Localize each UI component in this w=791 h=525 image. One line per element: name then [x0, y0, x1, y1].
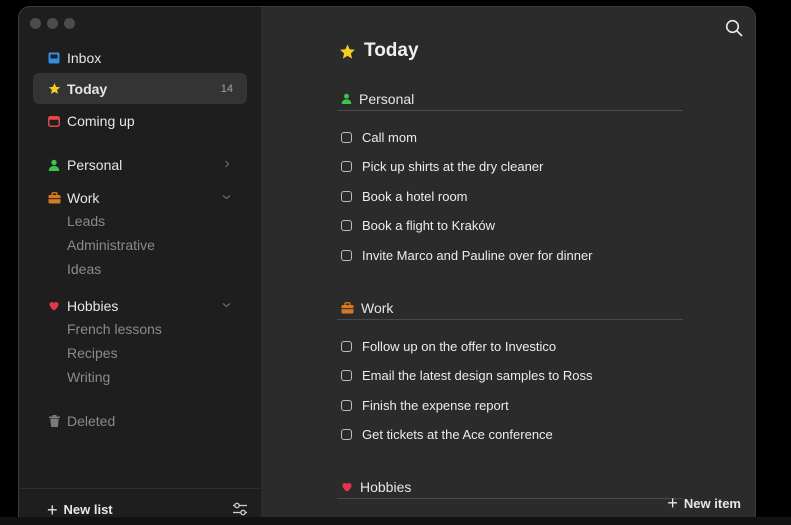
sidebar-subitem-ideas[interactable]: Ideas [67, 261, 101, 277]
section-title: Hobbies [360, 478, 412, 495]
sidebar-item-deleted[interactable]: Deleted [33, 405, 247, 436]
zoom-window-button[interactable] [64, 18, 75, 29]
task-item[interactable]: Invite Marco and Pauline over for dinner [341, 248, 593, 263]
sidebar-item-hobbies[interactable]: Hobbies [33, 290, 247, 321]
sidebar-item-inbox[interactable]: Inbox [33, 42, 247, 73]
sidebar-subitem-leads[interactable]: Leads [67, 213, 105, 229]
task-item[interactable]: Finish the expense report [341, 398, 509, 413]
star-icon [47, 82, 61, 96]
task-label: Follow up on the offer to Investico [362, 339, 557, 354]
today-count-badge: 14 [220, 82, 233, 95]
briefcase-icon [341, 301, 354, 314]
sidebar-item-label: Today [67, 80, 108, 97]
sidebar-item-label: Personal [67, 156, 123, 173]
sidebar-item-label: Deleted [67, 412, 116, 429]
task-label: Finish the expense report [362, 398, 509, 413]
task-label: Book a hotel room [362, 189, 468, 204]
sidebar-item-personal[interactable]: Personal [33, 149, 247, 180]
task-label: Email the latest design samples to Ross [362, 368, 593, 383]
sidebar: Inbox Today 14 Coming up Personal Work L… [19, 7, 262, 525]
minimize-window-button[interactable] [47, 18, 58, 29]
window-controls [30, 18, 75, 29]
task-checkbox[interactable] [341, 370, 352, 381]
heart-icon [47, 299, 61, 313]
task-item[interactable]: Book a flight to Kraków [341, 218, 495, 233]
sidebar-subitem-recipes[interactable]: Recipes [67, 345, 118, 361]
task-label: Invite Marco and Pauline over for dinner [362, 248, 593, 263]
star-icon [339, 43, 356, 60]
task-checkbox[interactable] [341, 341, 352, 352]
sidebar-item-work[interactable]: Work [33, 182, 247, 213]
main-content: Today Personal Call mom Pick up shirts a… [262, 7, 755, 525]
page-title: Today [339, 40, 419, 62]
sidebar-subitem-writing[interactable]: Writing [67, 369, 110, 385]
briefcase-icon [47, 191, 61, 205]
section-header-work: Work [337, 296, 683, 320]
calendar-icon [47, 114, 61, 128]
task-checkbox[interactable] [341, 220, 352, 231]
task-item[interactable]: Get tickets at the Ace conference [341, 427, 553, 442]
new-item-button[interactable]: + New item [667, 494, 741, 512]
task-label: Call mom [362, 130, 417, 145]
task-checkbox[interactable] [341, 191, 352, 202]
section-header-hobbies: Hobbies [337, 475, 683, 499]
trash-icon [47, 414, 61, 428]
task-item[interactable]: Book a hotel room [341, 189, 468, 204]
new-item-label: New item [683, 495, 741, 511]
task-label: Pick up shirts at the dry cleaner [362, 159, 544, 174]
task-checkbox[interactable] [341, 429, 352, 440]
person-icon [47, 158, 61, 172]
chevron-down-icon[interactable] [222, 192, 231, 204]
sidebar-item-label: Work [67, 189, 100, 206]
task-checkbox[interactable] [341, 161, 352, 172]
sidebar-subitem-french-lessons[interactable]: French lessons [67, 321, 162, 337]
close-window-button[interactable] [30, 18, 41, 29]
task-checkbox[interactable] [341, 400, 352, 411]
new-list-button[interactable]: New list [64, 502, 113, 517]
task-item[interactable]: Call mom [341, 130, 417, 145]
sidebar-subitem-administrative[interactable]: Administrative [67, 237, 155, 253]
heart-icon [341, 481, 353, 493]
app-window: Inbox Today 14 Coming up Personal Work L… [18, 6, 756, 525]
section-title: Personal [359, 90, 415, 107]
plus-icon: + [47, 499, 58, 520]
task-checkbox[interactable] [341, 132, 352, 143]
task-item[interactable]: Email the latest design samples to Ross [341, 368, 593, 383]
section-header-personal: Personal [337, 87, 683, 111]
task-item[interactable]: Pick up shirts at the dry cleaner [341, 159, 543, 174]
chevron-down-icon[interactable] [222, 300, 231, 312]
bottom-edge [0, 517, 791, 525]
chevron-right-icon[interactable] [223, 159, 231, 171]
task-checkbox[interactable] [341, 250, 352, 261]
sidebar-item-label: Hobbies [67, 297, 119, 314]
sidebar-item-label: Coming up [67, 112, 135, 129]
sidebar-item-today[interactable]: Today 14 [33, 73, 247, 104]
task-label: Book a flight to Kraków [362, 218, 495, 233]
sliders-icon[interactable] [232, 501, 248, 517]
inbox-icon [47, 51, 61, 65]
search-icon[interactable] [725, 19, 743, 37]
sidebar-item-coming-up[interactable]: Coming up [33, 105, 247, 136]
plus-icon: + [667, 493, 678, 513]
section-title: Work [361, 299, 394, 316]
sidebar-item-label: Inbox [67, 49, 102, 66]
task-label: Get tickets at the Ace conference [362, 427, 553, 442]
person-icon [341, 93, 352, 104]
page-title-text: Today [364, 40, 419, 61]
task-item[interactable]: Follow up on the offer to Investico [341, 339, 556, 354]
